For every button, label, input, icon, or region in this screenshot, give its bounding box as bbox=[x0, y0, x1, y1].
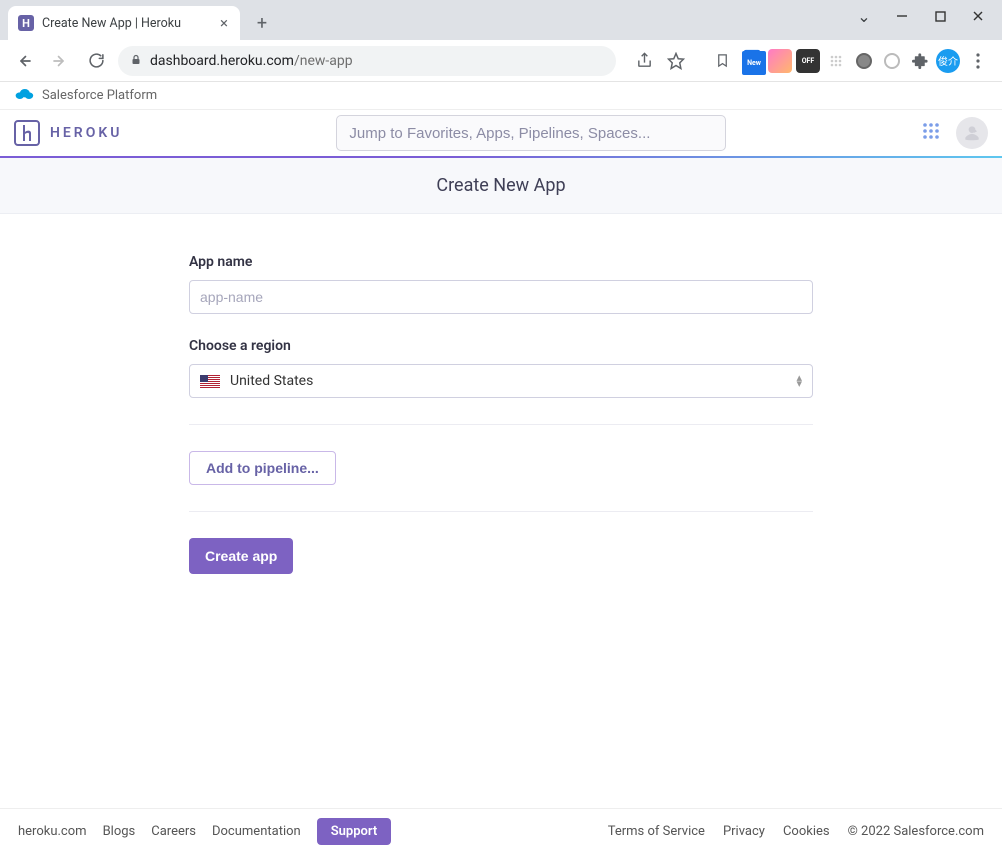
page-title: Create New App bbox=[436, 175, 565, 196]
back-button[interactable] bbox=[10, 47, 38, 75]
region-label: Choose a region bbox=[189, 338, 813, 354]
forward-button[interactable] bbox=[46, 47, 74, 75]
footer-link-cookies[interactable]: Cookies bbox=[783, 824, 830, 839]
create-app-button[interactable]: Create app bbox=[189, 538, 293, 574]
url-text: dashboard.heroku.com/new-app bbox=[150, 53, 353, 69]
window-controls: ⌄ bbox=[846, 4, 996, 28]
footer-link-privacy[interactable]: Privacy bbox=[723, 824, 765, 839]
heroku-logo-text: HEROKU bbox=[50, 125, 122, 141]
main-content: App name Choose a region United States ▴… bbox=[0, 214, 1002, 808]
footer-link-documentation[interactable]: Documentation bbox=[212, 824, 301, 839]
footer-link-heroku[interactable]: heroku.com bbox=[18, 824, 87, 839]
profile-avatar[interactable]: 俊介 bbox=[936, 49, 960, 73]
toolbar-right: New OFF 俊介 bbox=[630, 47, 992, 75]
divider bbox=[189, 424, 813, 425]
app-launcher-icon[interactable] bbox=[922, 122, 940, 144]
close-window-button[interactable] bbox=[960, 4, 996, 28]
extension-off-icon[interactable]: OFF bbox=[796, 49, 820, 73]
chevron-sort-icon: ▴▾ bbox=[796, 375, 802, 387]
browser-toolbar: dashboard.heroku.com/new-app New OFF bbox=[0, 40, 1002, 82]
salesforce-bar: Salesforce Platform bbox=[0, 82, 1002, 110]
us-flag-icon bbox=[200, 375, 220, 388]
extension-new-icon[interactable]: New bbox=[740, 49, 764, 73]
lock-icon bbox=[130, 53, 142, 69]
close-tab-icon[interactable]: × bbox=[218, 14, 230, 32]
footer-link-careers[interactable]: Careers bbox=[151, 824, 196, 839]
bookmark-icon[interactable] bbox=[708, 47, 736, 75]
heroku-favicon: H bbox=[18, 15, 34, 31]
reload-button[interactable] bbox=[82, 47, 110, 75]
kebab-menu-icon[interactable] bbox=[964, 47, 992, 75]
footer-copyright: © 2022 Salesforce.com bbox=[848, 824, 984, 839]
support-button[interactable]: Support bbox=[317, 818, 392, 845]
app-name-label: App name bbox=[189, 254, 813, 270]
region-select[interactable]: United States ▴▾ bbox=[189, 364, 813, 398]
heroku-logo-mark bbox=[14, 120, 40, 146]
extension-dots-icon[interactable] bbox=[824, 49, 848, 73]
heroku-header: HEROKU bbox=[0, 110, 1002, 158]
region-selected-value: United States bbox=[230, 373, 313, 389]
global-search-input[interactable] bbox=[336, 115, 726, 151]
account-avatar[interactable] bbox=[956, 117, 988, 149]
salesforce-cloud-icon bbox=[14, 87, 34, 105]
footer: heroku.com Blogs Careers Documentation S… bbox=[0, 808, 1002, 854]
minimize-button[interactable] bbox=[884, 4, 920, 28]
extension-circle-outline-icon[interactable] bbox=[880, 49, 904, 73]
salesforce-label: Salesforce Platform bbox=[42, 88, 157, 103]
add-to-pipeline-button[interactable]: Add to pipeline... bbox=[189, 451, 336, 485]
page-title-bar: Create New App bbox=[0, 158, 1002, 214]
chevron-down-icon[interactable]: ⌄ bbox=[846, 4, 882, 28]
maximize-button[interactable] bbox=[922, 4, 958, 28]
extensions-puzzle-icon[interactable] bbox=[908, 49, 932, 73]
address-bar[interactable]: dashboard.heroku.com/new-app bbox=[118, 46, 616, 76]
new-tab-button[interactable]: + bbox=[248, 9, 276, 37]
footer-link-terms[interactable]: Terms of Service bbox=[608, 824, 705, 839]
browser-tab[interactable]: H Create New App | Heroku × bbox=[8, 6, 240, 40]
app-name-input[interactable] bbox=[189, 280, 813, 314]
footer-link-blogs[interactable]: Blogs bbox=[103, 824, 136, 839]
heroku-logo[interactable]: HEROKU bbox=[14, 120, 122, 146]
extension-gradient-icon[interactable] bbox=[768, 49, 792, 73]
share-icon[interactable] bbox=[630, 47, 658, 75]
divider bbox=[189, 511, 813, 512]
browser-titlebar: H Create New App | Heroku × + ⌄ bbox=[0, 0, 1002, 40]
tab-title: Create New App | Heroku bbox=[42, 16, 210, 31]
browser-chrome: H Create New App | Heroku × + ⌄ bbox=[0, 0, 1002, 82]
extension-circle-filled-icon[interactable] bbox=[852, 49, 876, 73]
star-icon[interactable] bbox=[662, 47, 690, 75]
